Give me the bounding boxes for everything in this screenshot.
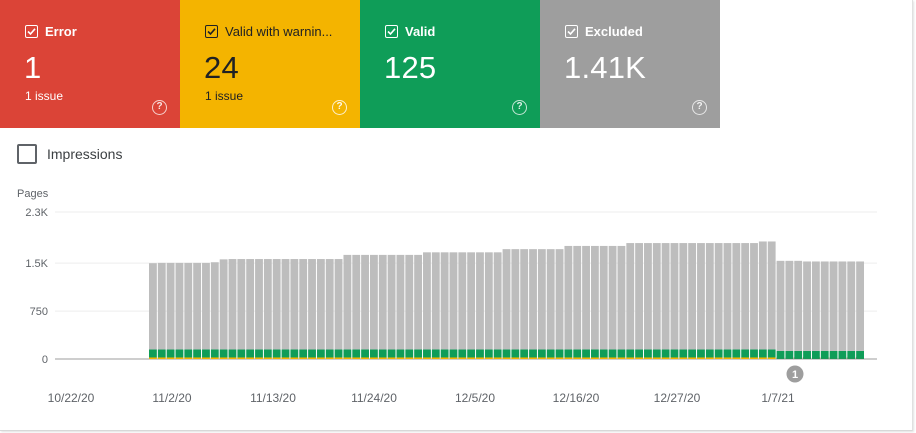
valid-tile[interactable]: Valid 125 ? bbox=[360, 0, 540, 128]
help-icon[interactable]: ? bbox=[512, 100, 527, 115]
valid-label: Valid bbox=[405, 24, 436, 39]
help-icon[interactable]: ? bbox=[332, 100, 347, 115]
valid-count: 125 bbox=[384, 50, 437, 85]
warning-issues: 1 issue bbox=[205, 89, 244, 103]
check-icon bbox=[567, 28, 576, 36]
check-icon bbox=[27, 28, 36, 36]
warning-checkbox[interactable] bbox=[205, 25, 218, 38]
impressions-label: Impressions bbox=[47, 146, 123, 162]
valid-checkbox[interactable] bbox=[385, 25, 398, 38]
error-issues: 1 issue bbox=[25, 89, 64, 103]
help-icon[interactable]: ? bbox=[152, 100, 167, 115]
warning-tile[interactable]: Valid with warnin... 24 1 issue ? bbox=[180, 0, 360, 128]
excluded-tile[interactable]: Excluded 1.41K ? bbox=[540, 0, 720, 128]
help-icon[interactable]: ? bbox=[692, 100, 707, 115]
error-checkbox[interactable] bbox=[25, 25, 38, 38]
excluded-checkbox[interactable] bbox=[565, 25, 578, 38]
excluded-label: Excluded bbox=[585, 24, 643, 39]
error-tile[interactable]: Error 1 1 issue ? bbox=[0, 0, 180, 128]
error-count: 1 bbox=[24, 50, 42, 85]
y-axis-title: Pages bbox=[17, 188, 49, 200]
impressions-toggle[interactable]: Impressions bbox=[17, 144, 122, 164]
excluded-count: 1.41K bbox=[564, 50, 647, 85]
warning-count: 24 bbox=[204, 50, 239, 85]
error-label: Error bbox=[45, 24, 77, 39]
impressions-checkbox[interactable] bbox=[17, 144, 37, 164]
check-icon bbox=[387, 28, 396, 36]
check-icon bbox=[207, 28, 216, 36]
warning-label: Valid with warnin... bbox=[225, 24, 333, 39]
status-tiles: Error 1 1 issue ? Valid with warnin... 2… bbox=[0, 0, 720, 128]
